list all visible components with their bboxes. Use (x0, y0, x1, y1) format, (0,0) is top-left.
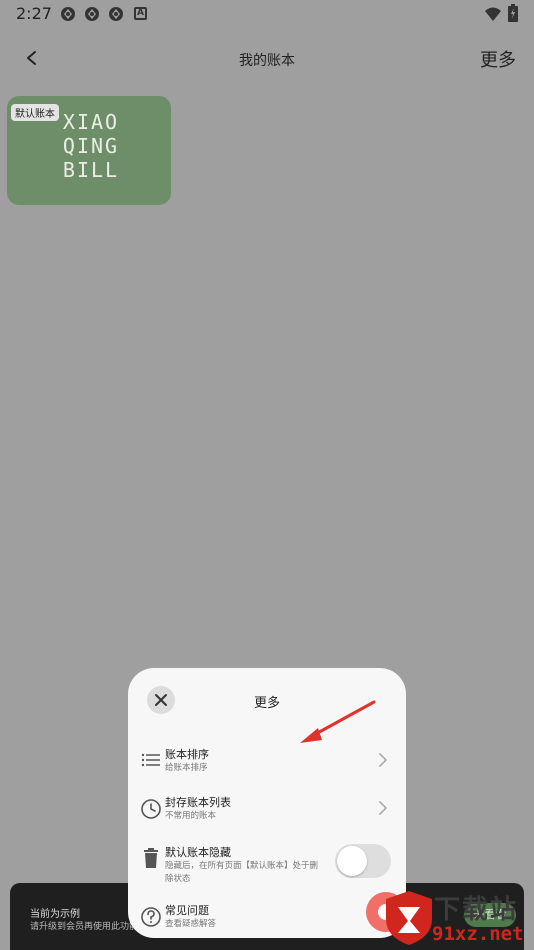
more-button[interactable]: 更多 (480, 46, 516, 72)
promo-title: 当前为示例 (30, 909, 80, 920)
book-cover-logo: XIAO QING BILL (51, 110, 131, 182)
sheet-item-title: 默认账本隐藏 (165, 846, 231, 859)
battery-icon (508, 4, 518, 22)
chevron-right-icon (379, 753, 387, 767)
trash-icon (144, 848, 158, 868)
sheet-item-subtitle: 隐藏后，在所有页面【默认账本】处于删除状态 (165, 861, 319, 884)
shield-logo-icon (386, 891, 432, 945)
logo-line: QING (62, 134, 120, 158)
status-time: 2:27 (16, 4, 52, 23)
help-icon (141, 907, 161, 927)
sheet-item-title: 账本排序 (165, 748, 209, 761)
sheet-item-title: 封存账本列表 (165, 796, 231, 809)
wifi-icon (485, 7, 501, 21)
annotation-arrow-icon (300, 700, 376, 743)
sheet-item-subtitle: 给账本排序 (165, 763, 208, 773)
sheet-item-archived-books[interactable]: 封存账本列表 不常用的账本 (128, 788, 406, 836)
app-notification-icon (61, 7, 75, 21)
sheet-item-title: 常见问题 (165, 904, 209, 917)
toggle-knob (337, 846, 367, 876)
sheet-item-hide-default-book: 默认账本隐藏 隐藏后，在所有页面【默认账本】处于删除状态 (128, 838, 406, 884)
sheet-item-subtitle: 查看疑惑解答 (165, 919, 217, 929)
logo-line: BILL (62, 158, 120, 182)
status-bar: 2:27 A (0, 0, 534, 28)
watermark-domain: 91xz.net (432, 923, 524, 945)
watermark-top-text: 下载站 (434, 895, 519, 925)
app-notification-icon (109, 7, 123, 21)
sheet-item-faq[interactable]: 常见问题 查看疑惑解答 (128, 896, 406, 938)
list-icon (141, 753, 160, 767)
site-watermark: 下载站 91xz.net (378, 885, 534, 950)
app-notification-icon (85, 7, 99, 21)
sheet-item-sort-books[interactable]: 账本排序 给账本排序 (128, 740, 406, 788)
chevron-right-icon (379, 801, 387, 815)
account-book-card[interactable]: 默认账本 XIAO QING BILL (7, 96, 171, 205)
page-title: 我的账本 (239, 53, 295, 69)
sheet-item-subtitle: 不常用的账本 (165, 811, 217, 821)
logo-line: XIAO (62, 110, 120, 134)
clock-icon (141, 799, 161, 819)
a-badge-icon: A (134, 7, 147, 20)
hide-default-book-toggle[interactable] (335, 844, 391, 878)
